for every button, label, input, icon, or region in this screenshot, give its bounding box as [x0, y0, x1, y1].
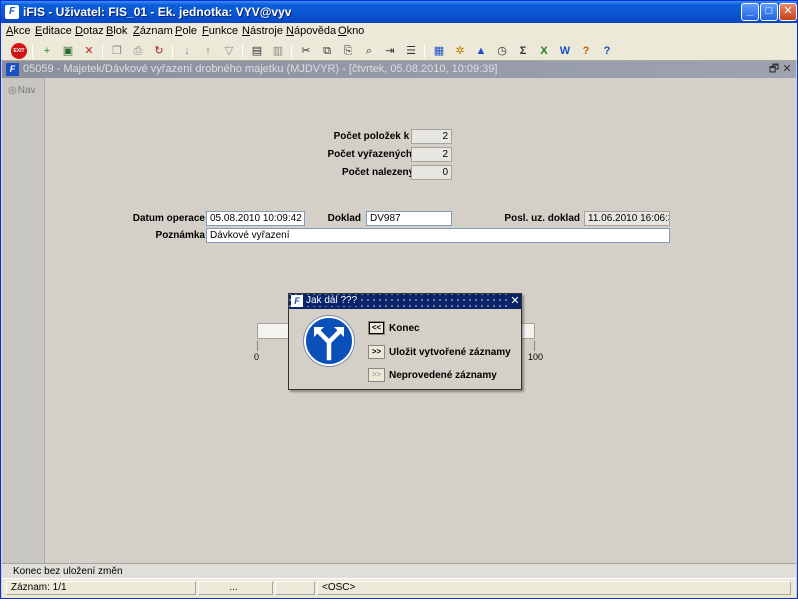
posl-doklad-label: Posl. uz. doklad: [504, 213, 580, 224]
what-next-dialog: F Jak dál ??? ✕ << Konec >> Uložit vytvo…: [288, 293, 522, 390]
filter-icon[interactable]: ▽: [221, 43, 237, 59]
excel-icon[interactable]: X: [536, 43, 552, 59]
nav-pane: Nav: [3, 78, 45, 563]
status-ellipsis: ...: [198, 581, 273, 595]
app-icon: F: [5, 5, 19, 19]
menu-pole[interactable]: Pole: [175, 25, 197, 37]
unprocessed-records-button[interactable]: >>: [368, 368, 385, 382]
mode-indicator: <OSC>: [317, 581, 791, 595]
window-title: iFIS - Uživatel: FIS_01 - Ek. jednotka: …: [23, 5, 292, 19]
sum-icon[interactable]: Σ: [515, 43, 531, 59]
toolbar-separator: [172, 44, 173, 58]
restore-icon[interactable]: 🗗: [768, 62, 780, 76]
print-icon[interactable]: ⎙: [130, 43, 146, 59]
toolbar-separator: [242, 44, 243, 58]
save-records-button[interactable]: >>: [368, 345, 385, 359]
minimize-button[interactable]: _: [741, 3, 759, 21]
datum-label: Datum operace: [132, 213, 205, 224]
menu-okno[interactable]: Okno: [338, 25, 364, 37]
status-message-bar: Konec bez uložení změn: [2, 563, 796, 578]
sort-desc-icon[interactable]: ↑: [200, 43, 216, 59]
maximize-button[interactable]: □: [760, 3, 778, 21]
menu-dotaz[interactable]: Dotaz: [75, 25, 104, 37]
progress-tick-start: [257, 341, 258, 351]
toolbar-separator: [32, 44, 33, 58]
delete-record-icon[interactable]: ✕: [81, 43, 97, 59]
progress-min-label: 0: [254, 352, 260, 362]
report-preview-icon[interactable]: ▥: [270, 43, 286, 59]
progress-tick-end: [534, 341, 535, 351]
form-icon: F: [6, 63, 19, 76]
menu-blok[interactable]: Blok: [106, 25, 127, 37]
add-record-icon[interactable]: +: [39, 43, 55, 59]
status-blank: [275, 581, 315, 595]
chart-icon[interactable]: ▲: [473, 43, 489, 59]
poznamka-field[interactable]: Dávkové vyřazení: [206, 228, 670, 243]
errors-count-field: 0: [411, 165, 452, 180]
form-title: 05059 - Majetek/Dávkové vyřazení drobnéh…: [23, 63, 498, 75]
save-records-label: Uložit vytvořené záznamy: [389, 347, 511, 358]
save-icon[interactable]: ▣: [60, 43, 76, 59]
progress-max-label: 100: [528, 352, 544, 362]
menu-zaznam[interactable]: Záznam: [133, 25, 173, 37]
status-message: Konec bez uložení změn: [13, 566, 123, 577]
toolbar-separator: [102, 44, 103, 58]
calculator-icon[interactable]: ▦: [431, 43, 447, 59]
record-indicator: Záznam: 1/1: [6, 581, 196, 595]
datum-field[interactable]: 05.08.2010 10:09:42: [206, 211, 305, 226]
menu-napoveda[interactable]: Nápověda: [286, 25, 336, 37]
doklad-field[interactable]: DV987: [366, 211, 452, 226]
refresh-icon[interactable]: ↻: [151, 43, 167, 59]
toolbar-separator: [291, 44, 292, 58]
menu-bar: Akce Editace Dotaz Blok Záznam Pole Funk…: [1, 23, 797, 41]
report-icon[interactable]: ▤: [249, 43, 265, 59]
posl-doklad-field: 11.06.2010 16:06:32: [584, 211, 670, 226]
exit-icon[interactable]: EXIT: [11, 43, 27, 59]
clock-icon[interactable]: ◷: [494, 43, 510, 59]
cut-icon[interactable]: ✂: [298, 43, 314, 59]
menu-editace[interactable]: Editace: [35, 25, 72, 37]
toolbar-separator: [424, 44, 425, 58]
open-icon[interactable]: ❐: [109, 43, 125, 59]
direction-arrows-icon: [304, 316, 354, 366]
title-bar[interactable]: F iFIS - Uživatel: FIS_01 - Ek. jednotka…: [1, 1, 797, 23]
dialog-title: Jak dál ???: [306, 295, 362, 306]
unprocessed-records-label: Neprovedené záznamy: [389, 370, 497, 381]
konec-button[interactable]: <<: [368, 321, 385, 335]
dialog-app-icon: F: [291, 295, 303, 307]
menu-akce[interactable]: Akce: [6, 25, 30, 37]
copy-icon[interactable]: ⧉: [319, 43, 335, 59]
context-help-icon[interactable]: ?: [599, 43, 615, 59]
status-bar: Záznam: 1/1 ... <OSC>: [2, 578, 796, 598]
list-icon[interactable]: ☰: [403, 43, 419, 59]
sort-asc-icon[interactable]: ↓: [179, 43, 195, 59]
app-window: F iFIS - Uživatel: FIS_01 - Ek. jednotka…: [0, 0, 798, 599]
items-count-field: 2: [411, 129, 452, 144]
settings-icon[interactable]: ✲: [452, 43, 468, 59]
paste-icon[interactable]: ⎘: [340, 43, 356, 59]
poznamka-label: Poznámka: [155, 230, 205, 241]
find-next-icon[interactable]: ⇥: [382, 43, 398, 59]
word-icon[interactable]: W: [557, 43, 573, 59]
form-close-icon[interactable]: ✕: [781, 62, 793, 76]
toolbar: EXIT + ▣ ✕ ❐ ⎙ ↻ ↓ ↑ ▽ ▤ ▥ ✂ ⧉ ⎘ ⌕ ⇥ ☰ ▦…: [1, 41, 797, 61]
dialog-close-icon[interactable]: ✕: [509, 294, 521, 309]
menu-nastroje[interactable]: Nástroje: [242, 25, 283, 37]
form-title-bar[interactable]: F 05059 - Majetek/Dávkové vyřazení drobn…: [2, 61, 796, 78]
find-icon[interactable]: ⌕: [361, 43, 377, 59]
menu-funkce[interactable]: Funkce: [202, 25, 238, 37]
doklad-label: Doklad: [327, 213, 361, 224]
close-button[interactable]: ✕: [779, 3, 797, 21]
konec-label: Konec: [389, 323, 420, 334]
help-icon[interactable]: ?: [578, 43, 594, 59]
nav-label[interactable]: Nav: [8, 85, 36, 96]
discarded-count-field: 2: [411, 147, 452, 162]
dialog-title-bar[interactable]: F Jak dál ??? ✕: [289, 294, 521, 309]
